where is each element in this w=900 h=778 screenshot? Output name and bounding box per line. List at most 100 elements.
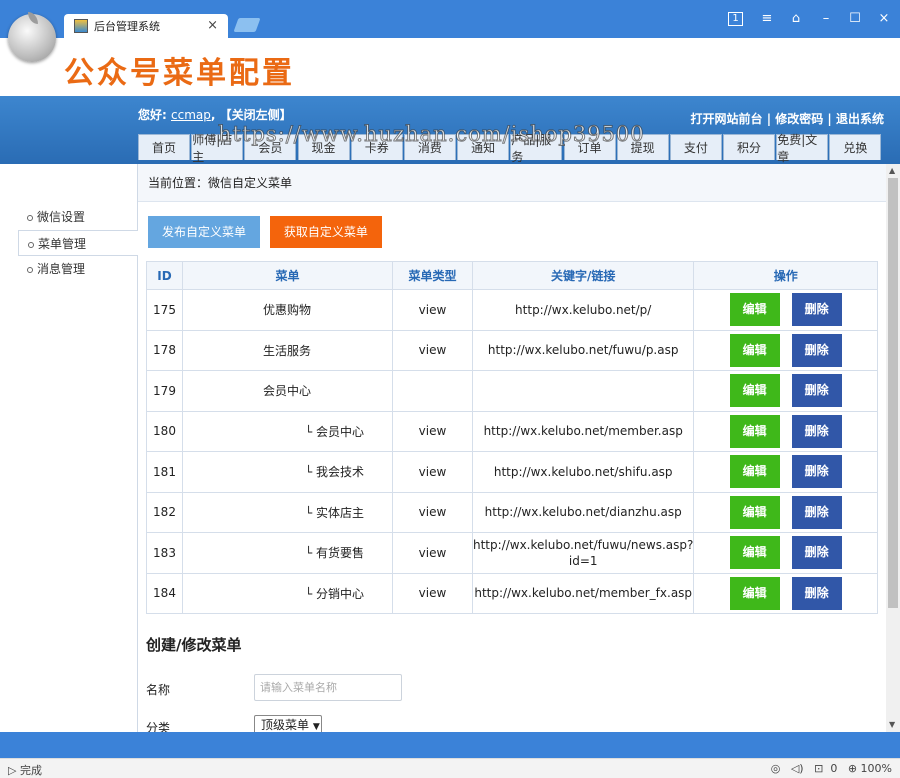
bottom-bar <box>0 732 900 758</box>
table-row: 181 └ 我会技术 view http://wx.kelubo.net/shifu.… <box>146 451 878 493</box>
scrollbar-thumb[interactable] <box>888 178 898 608</box>
cell-menu-name: 优惠购物 <box>182 289 393 331</box>
cell-id: 181 <box>146 451 183 493</box>
close-left-link[interactable]: 【关闭左侧】 <box>220 108 292 122</box>
table-row: 183 └ 有货要售 view http://wx.kelubo.net/fuwu/n… <box>146 532 878 574</box>
edit-button[interactable]: 编辑 <box>729 455 780 489</box>
zoom-icon[interactable]: ⊕ <box>848 762 857 775</box>
maximize-button[interactable]: ☐ <box>846 10 864 28</box>
cell-id: 179 <box>146 370 183 412</box>
delete-button[interactable]: 删除 <box>791 455 842 489</box>
nav-tab-pay[interactable]: 支付 <box>669 134 722 160</box>
cell-link: http://wx.kelubo.net/shifu.asp <box>471 451 695 493</box>
greeting-label: 您好: <box>138 108 167 122</box>
cell-id: 183 <box>146 532 183 574</box>
cell-id: 182 <box>146 491 183 533</box>
sidebar-item-wechat-settings[interactable]: 微信设置 <box>0 204 137 230</box>
edit-button[interactable]: 编辑 <box>729 333 780 367</box>
edit-button[interactable]: 编辑 <box>729 293 780 327</box>
browser-tab[interactable]: 后台管理系统 × <box>64 14 228 38</box>
nav-tab-home[interactable]: 首页 <box>138 134 190 160</box>
cell-menu-name: 会员中心 <box>182 370 393 412</box>
table-row: 178 生活服务 view http://wx.kelubo.net/fuwu/p.a… <box>146 329 878 371</box>
scroll-up-icon[interactable]: ▲ <box>889 166 895 175</box>
main-content: 当前位置：微信自定义菜单 发布自定义菜单 获取自定义菜单 ID 菜单 菜单类型 … <box>138 164 886 732</box>
edit-button[interactable]: 编辑 <box>729 374 780 408</box>
close-window-button[interactable]: × <box>875 10 893 28</box>
minimize-button[interactable]: – <box>817 10 835 28</box>
sidebar-toggle-icon[interactable]: 1 <box>728 12 743 26</box>
nav-tab-points[interactable]: 积分 <box>723 134 776 160</box>
cell-actions: 编辑 删除 <box>693 451 878 493</box>
category-select-value: 顶级菜单 <box>261 718 310 732</box>
table-row: 180 └ 会员中心 view http://wx.kelubo.net/member… <box>146 410 878 452</box>
tab-title: 后台管理系统 <box>94 20 160 33</box>
greeting: 您好: ccmap, 【关闭左侧】 <box>138 108 292 122</box>
cell-actions: 编辑 删除 <box>693 491 878 533</box>
skin-icon[interactable]: ⌂ <box>787 10 805 28</box>
cell-id: 175 <box>146 289 183 331</box>
sidebar-item-menu-management[interactable]: 菜单管理 <box>18 230 139 256</box>
menu-name-input[interactable]: 请输入菜单名称 <box>254 674 402 701</box>
count-badge: 0 <box>830 762 838 775</box>
zoom-level[interactable]: 100% <box>861 762 892 775</box>
delete-button[interactable]: 删除 <box>791 293 842 327</box>
delete-button[interactable]: 删除 <box>791 495 842 529</box>
page-title: 公众号菜单配置 <box>64 56 295 91</box>
browser-titlebar: 后台管理系统 × 1 ≡ ⌂ – ☐ × <box>0 0 900 38</box>
edit-button[interactable]: 编辑 <box>729 536 780 570</box>
cell-id: 180 <box>146 410 183 452</box>
status-bar: ▷ 完成 ◎ ◁) ⊡ 0 ⊕ 100% <box>0 758 900 778</box>
top-navigation: 您好: ccmap, 【关闭左侧】 打开网站前台 | 修改密码 | 退出系统 首… <box>0 96 900 164</box>
fetch-menu-button[interactable]: 获取自定义菜单 <box>269 216 382 248</box>
download-icon[interactable]: ⊡ <box>814 762 823 775</box>
table-header-row: ID 菜单 菜单类型 关键字/链接 操作 <box>146 261 878 290</box>
cell-link: http://wx.kelubo.net/p/ <box>471 289 695 331</box>
cell-actions: 编辑 删除 <box>693 289 878 331</box>
nav-tab-exchange[interactable]: 兑换 <box>829 134 882 160</box>
delete-button[interactable]: 删除 <box>791 414 842 448</box>
delete-button[interactable]: 删除 <box>791 374 842 408</box>
cell-link <box>471 370 695 412</box>
cell-type: view <box>392 289 473 331</box>
volume-icon[interactable]: ◁) <box>791 762 804 775</box>
cell-type: view <box>392 410 473 452</box>
cell-actions: 编辑 删除 <box>693 532 878 574</box>
sidebar-item-label: 菜单管理 <box>38 237 87 251</box>
vertical-scrollbar[interactable]: ▲ ▼ <box>886 164 900 732</box>
column-header-menu: 菜单 <box>182 261 393 290</box>
table-row: 179 会员中心 编辑 删除 <box>146 370 878 412</box>
delete-button[interactable]: 删除 <box>791 333 842 367</box>
sidebar-item-message-management[interactable]: 消息管理 <box>0 256 137 282</box>
play-icon[interactable]: ▷ <box>8 764 16 777</box>
table-row: 182 └ 实体店主 view http://wx.kelubo.net/dianzh… <box>146 491 878 533</box>
new-tab-button[interactable] <box>233 18 261 32</box>
category-select[interactable]: 顶级菜单 ▼ <box>254 715 322 732</box>
cell-menu-name: └ 实体店主 <box>182 491 393 533</box>
table-row: 184 └ 分销中心 view http://wx.kelubo.net/member… <box>146 572 878 614</box>
cell-link: http://wx.kelubo.net/member.asp <box>471 410 695 452</box>
page-header: 公众号菜单配置 <box>0 38 900 96</box>
cell-menu-name: └ 有货要售 <box>182 532 393 574</box>
tab-close-icon[interactable]: × <box>207 18 218 33</box>
shield-icon[interactable]: ◎ <box>771 762 781 775</box>
delete-button[interactable]: 删除 <box>791 576 842 610</box>
menu-icon[interactable]: ≡ <box>758 10 776 28</box>
cell-menu-name: 生活服务 <box>182 329 393 371</box>
edit-button[interactable]: 编辑 <box>729 414 780 448</box>
cell-type: view <box>392 491 473 533</box>
cell-id: 178 <box>146 329 183 371</box>
scroll-down-icon[interactable]: ▼ <box>889 720 895 729</box>
nav-tab-article[interactable]: 免费|文章 <box>776 133 829 164</box>
edit-button[interactable]: 编辑 <box>729 576 780 610</box>
status-text: ▷ 完成 <box>8 762 42 778</box>
action-buttons: 发布自定义菜单 获取自定义菜单 <box>148 216 388 248</box>
top-links[interactable]: 打开网站前台 | 修改密码 | 退出系统 <box>691 110 884 127</box>
edit-button[interactable]: 编辑 <box>729 495 780 529</box>
column-header-actions: 操作 <box>693 261 878 290</box>
cell-type: view <box>392 451 473 493</box>
username-link[interactable]: ccmap <box>171 108 211 122</box>
delete-button[interactable]: 删除 <box>791 536 842 570</box>
browser-window: 后台管理系统 × 1 ≡ ⌂ – ☐ × 公众号菜单配置 您好: ccmap, … <box>0 0 900 778</box>
publish-menu-button[interactable]: 发布自定义菜单 <box>148 216 261 248</box>
